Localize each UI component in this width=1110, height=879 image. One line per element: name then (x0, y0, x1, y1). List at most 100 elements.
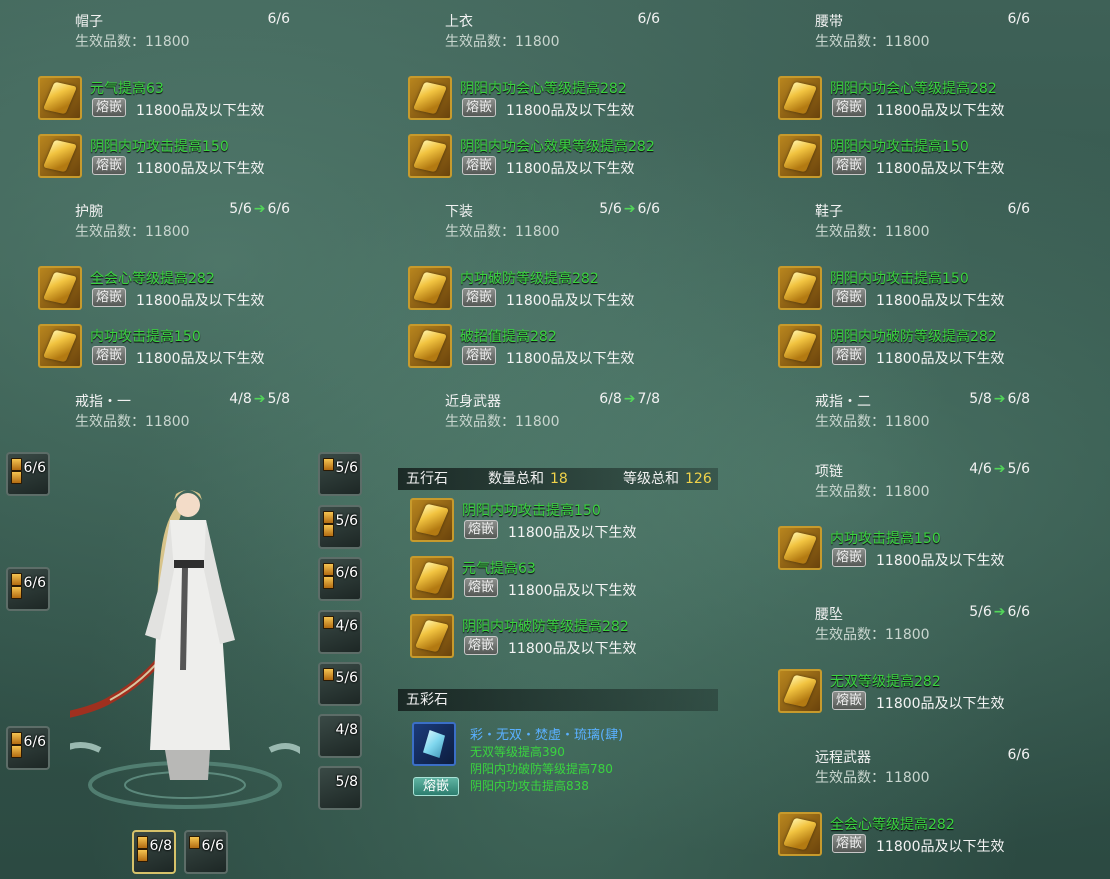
effective-grade: 生效品数：11800 (75, 221, 190, 241)
equip-slot[interactable]: 5/6 (318, 505, 362, 549)
equip-slot[interactable]: 5/6 (318, 662, 362, 706)
wucai-stone-icon[interactable] (412, 722, 456, 766)
stone-name: 元气提高63 (90, 81, 164, 97)
stone-condition: 11800品及以下生效 (506, 161, 635, 177)
socket-tag[interactable]: 熔嵌 (462, 98, 497, 117)
wuxing-stone-icon[interactable] (778, 266, 822, 310)
effective-grade-value: 11800 (145, 414, 190, 430)
equip-slot[interactable]: 6/6 (6, 726, 50, 770)
slot-title: 护腕 (75, 204, 103, 220)
effective-grade-label: 生效品数： (815, 34, 885, 50)
stone-row: 无双等级提高282 熔嵌 11800品及以下生效 (778, 669, 1108, 717)
wuxing-stone-icon[interactable] (38, 134, 82, 178)
stone-name: 全会心等级提高282 (90, 271, 215, 287)
level-current: 6/6 (1007, 11, 1030, 27)
socket-tag[interactable]: 熔嵌 (92, 156, 127, 175)
effective-grade-value: 11800 (885, 627, 930, 643)
equip-slot[interactable]: 5/6 (318, 452, 362, 496)
slot-title: 项链 (815, 464, 843, 480)
socket-tag[interactable]: 熔嵌 (462, 156, 497, 175)
wucai-socket-button[interactable]: 熔嵌 (413, 777, 459, 796)
effective-grade: 生效品数：11800 (815, 481, 930, 501)
upgrade-arrow-icon: ➔ (993, 461, 1006, 477)
socket-tag[interactable]: 熔嵌 (832, 834, 867, 853)
socket-tag[interactable]: 熔嵌 (832, 98, 867, 117)
level-current: 5/6 (599, 201, 622, 217)
level-current: 6/6 (637, 11, 660, 27)
stone-name: 阴阳内功会心等级提高282 (830, 81, 997, 97)
stone-condition: 11800品及以下生效 (136, 293, 265, 309)
wuxing-stone-icon[interactable] (38, 324, 82, 368)
stone-condition: 11800品及以下生效 (506, 103, 635, 119)
slot-count: 6/6 (23, 734, 46, 750)
gem-icon (323, 576, 334, 589)
equip-slot[interactable]: 4/8 (318, 714, 362, 758)
slot-count: 6/6 (23, 575, 46, 591)
wuxing-stone-icon[interactable] (778, 812, 822, 856)
socket-tag[interactable]: 熔嵌 (462, 346, 497, 365)
equip-slot[interactable]: 6/6 (6, 452, 50, 496)
wuxing-stone-icon[interactable] (38, 266, 82, 310)
socket-tag[interactable]: 熔嵌 (832, 288, 867, 307)
equip-slot[interactable]: 6/6 (318, 557, 362, 601)
wuxing-stone-icon[interactable] (408, 76, 452, 120)
effective-grade-label: 生效品数： (815, 627, 885, 643)
wuxing-stone-icon[interactable] (38, 76, 82, 120)
socket-tag[interactable]: 熔嵌 (464, 578, 499, 597)
gem-icon (323, 563, 334, 576)
effective-grade-label: 生效品数： (815, 414, 885, 430)
slot-title: 戒指・二 (815, 394, 871, 410)
effective-grade-label: 生效品数： (75, 224, 145, 240)
socket-tag[interactable]: 熔嵌 (464, 520, 499, 539)
stone-condition: 11800品及以下生效 (136, 103, 265, 119)
wuxing-stone-icon[interactable] (410, 498, 454, 542)
level-current: 4/6 (969, 461, 992, 477)
wuxing-stone-icon[interactable] (410, 556, 454, 600)
stone-condition: 11800品及以下生效 (876, 161, 1005, 177)
socket-tag[interactable]: 熔嵌 (832, 156, 867, 175)
level-current: 6/6 (267, 11, 290, 27)
equip-slot[interactable]: 6/6 (6, 567, 50, 611)
wuxing-stone-icon[interactable] (408, 324, 452, 368)
socket-tag[interactable]: 熔嵌 (92, 346, 127, 365)
effective-grade-label: 生效品数： (815, 484, 885, 500)
upgrade-arrow-icon: ➔ (623, 201, 636, 217)
wuxing-stone-icon[interactable] (778, 76, 822, 120)
slot-level: 4/8 ➔ 5/8 (229, 391, 290, 407)
socket-tag[interactable]: 熔嵌 (92, 288, 127, 307)
wuxing-stone-icon[interactable] (408, 134, 452, 178)
gem-icon (323, 511, 334, 524)
socket-tag[interactable]: 熔嵌 (832, 346, 867, 365)
equip-slot[interactable]: 4/6 (318, 610, 362, 654)
wuxing-stone-icon[interactable] (408, 266, 452, 310)
wuxing-stone-icon[interactable] (410, 614, 454, 658)
wuxing-stone-icon[interactable] (778, 134, 822, 178)
equip-slot[interactable]: 5/8 (318, 766, 362, 810)
level-next: 6/6 (637, 201, 660, 217)
socket-tag[interactable]: 熔嵌 (832, 548, 867, 567)
effective-grade-value: 11800 (515, 224, 560, 240)
socket-tag[interactable]: 熔嵌 (92, 98, 127, 117)
wuxing-stone-icon[interactable] (778, 669, 822, 713)
equip-slot[interactable]: 6/8 (132, 830, 176, 874)
slot-level: 6/6 (637, 11, 660, 27)
equipment-stone-panel: { "eff_label": "生效品数：", "socket_label": … (0, 0, 1110, 879)
slot-title: 鞋子 (815, 204, 843, 220)
socket-tag[interactable]: 熔嵌 (464, 636, 499, 655)
slot-level: 6/6 (1007, 201, 1030, 217)
wuxing-stone-icon[interactable] (778, 324, 822, 368)
effective-grade-value: 11800 (145, 224, 190, 240)
gem-icon (323, 458, 334, 471)
wuxing-stone-icon[interactable] (778, 526, 822, 570)
effective-grade-value: 11800 (885, 224, 930, 240)
stone-condition: 11800品及以下生效 (876, 293, 1005, 309)
socket-tag[interactable]: 熔嵌 (462, 288, 497, 307)
slot-title: 远程武器 (815, 750, 871, 766)
stone-condition: 11800品及以下生效 (876, 696, 1005, 712)
socket-tag[interactable]: 熔嵌 (832, 691, 867, 710)
wucai-effect: 阴阳内功破防等级提高780 (470, 762, 613, 776)
slot-level: 6/6 (1007, 747, 1030, 763)
level-next: 6/8 (1007, 391, 1030, 407)
wucai-header: 五彩石 (398, 689, 718, 711)
equip-slot[interactable]: 6/6 (184, 830, 228, 874)
